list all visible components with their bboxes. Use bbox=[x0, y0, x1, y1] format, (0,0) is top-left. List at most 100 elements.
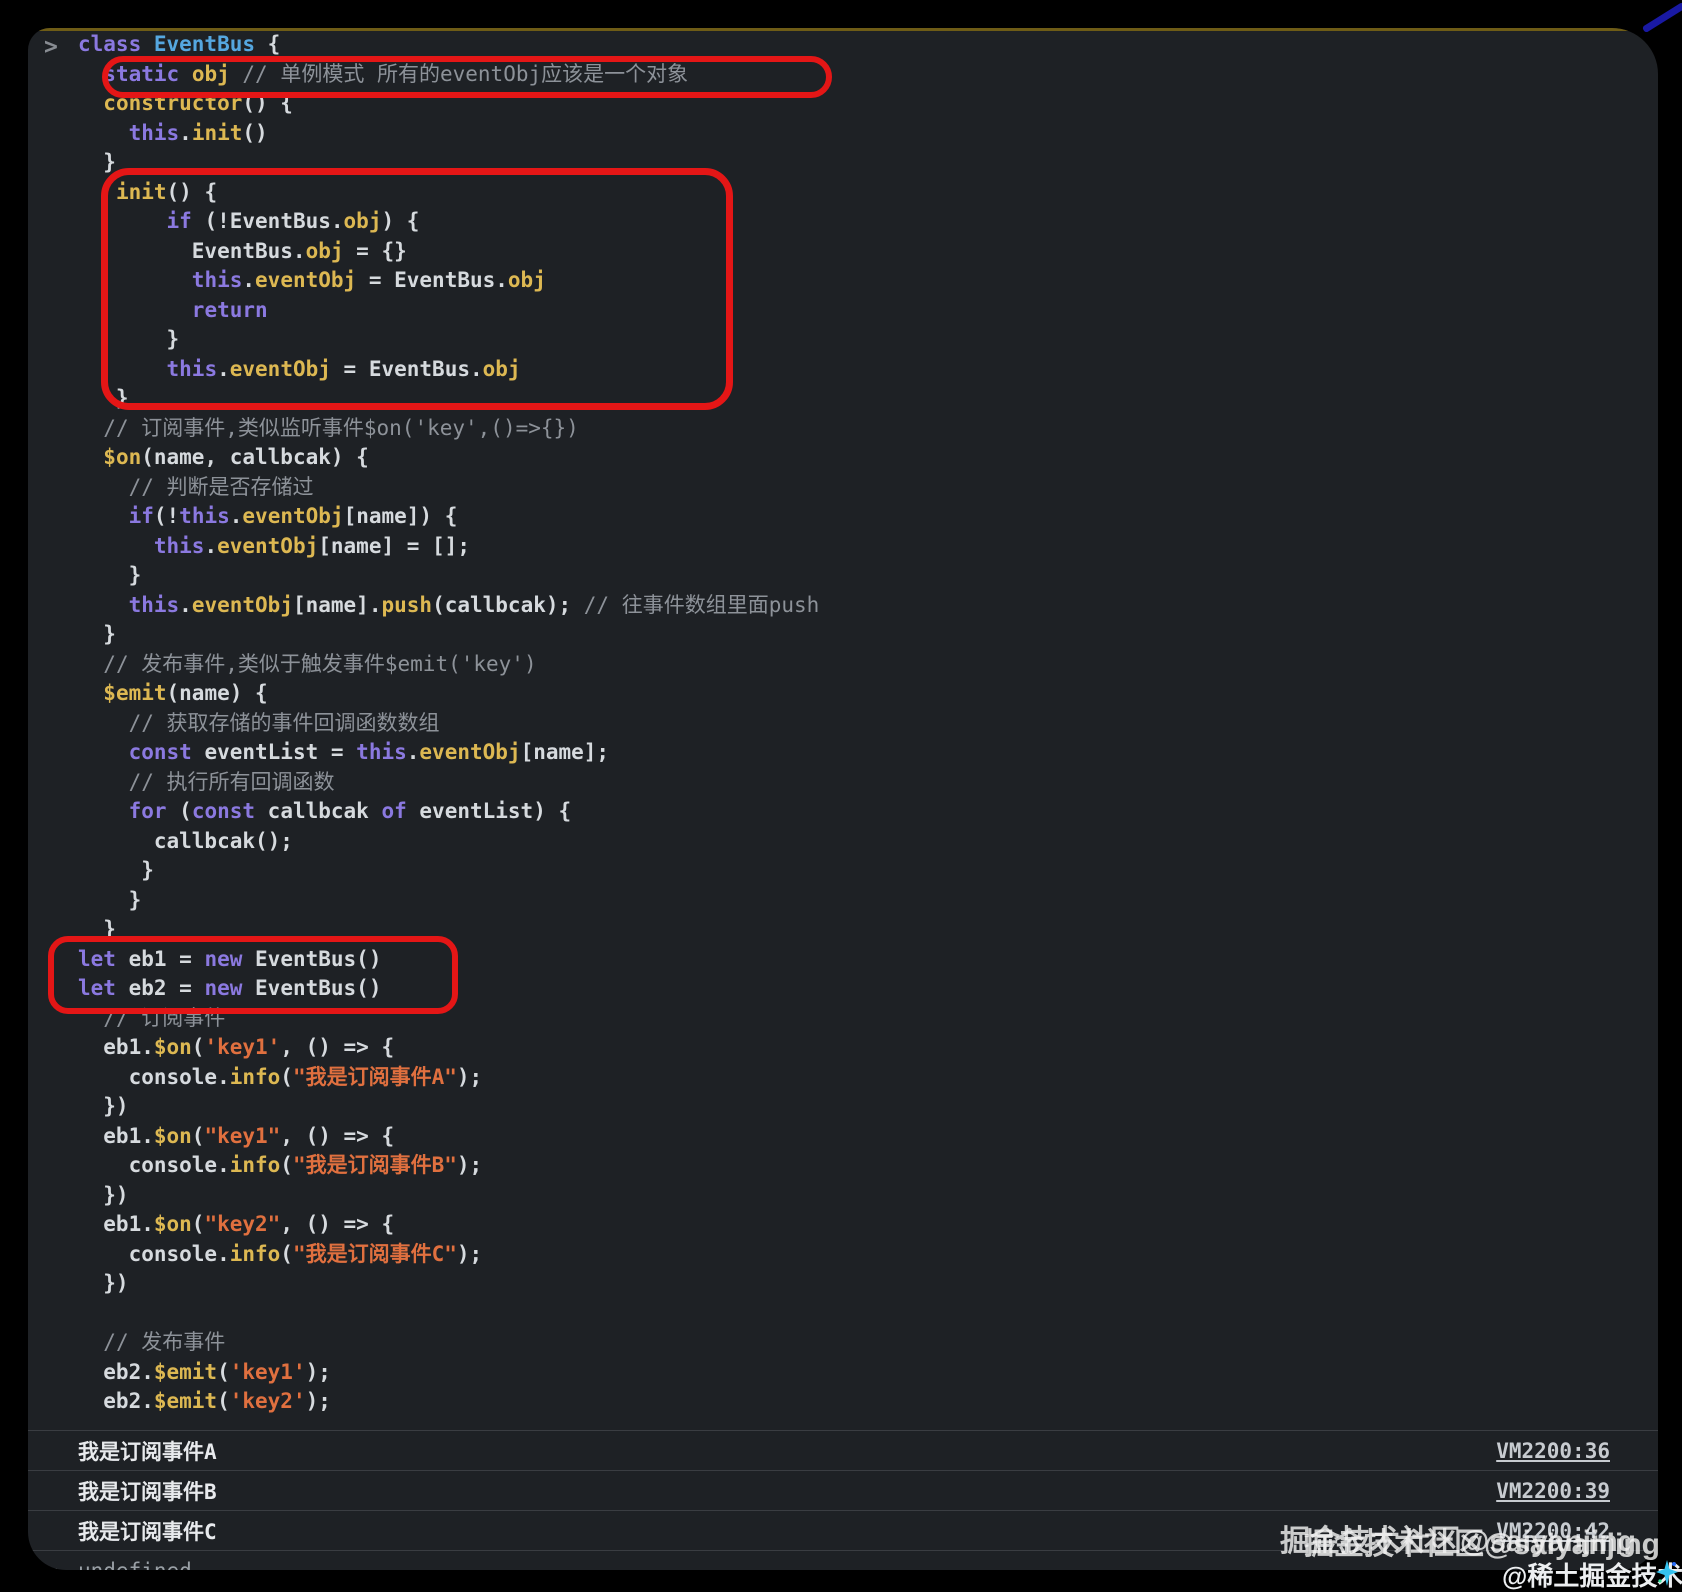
code-token: this bbox=[129, 121, 180, 145]
code-token: }) bbox=[78, 1183, 129, 1207]
code-token bbox=[78, 711, 129, 735]
code-line: eb2.$emit('key1'); bbox=[78, 1358, 819, 1388]
code-token: callbcak(); bbox=[78, 829, 293, 853]
code-token bbox=[78, 534, 154, 558]
code-token: , () => { bbox=[280, 1035, 394, 1059]
source-location-link[interactable]: VM2200:36 bbox=[1496, 1439, 1610, 1463]
code-line: } bbox=[78, 325, 819, 355]
code-token: { bbox=[255, 32, 280, 56]
code-line: let eb2 = new EventBus() bbox=[78, 974, 819, 1004]
code-token: 'key1' bbox=[204, 1035, 280, 1059]
return-value-arrow-icon: ◂ bbox=[48, 1561, 78, 1571]
sparkle-icon bbox=[1656, 1560, 1678, 1590]
code-line: this.eventObj = EventBus.obj bbox=[78, 355, 819, 385]
code-token: (name) { bbox=[167, 681, 268, 705]
code-token bbox=[78, 504, 129, 528]
code-line: }) bbox=[78, 1092, 819, 1122]
code-token: return bbox=[192, 298, 268, 322]
code-line: // 获取存储的事件回调函数数组 bbox=[78, 709, 819, 739]
code-token: EventBus bbox=[154, 32, 255, 56]
code-token: if bbox=[129, 504, 154, 528]
code-line: eb1.$on("key1", () => { bbox=[78, 1122, 819, 1152]
code-line bbox=[78, 1299, 819, 1329]
code-line: constructor() { bbox=[78, 89, 819, 119]
code-comment: // 单例模式 所有的eventObj应该是一个对象 bbox=[242, 62, 688, 86]
code-token: }) bbox=[78, 1094, 129, 1118]
code-token: } bbox=[78, 563, 141, 587]
code-token: constructor bbox=[103, 91, 242, 115]
code-token: $on bbox=[154, 1035, 192, 1059]
code-token: const bbox=[129, 740, 192, 764]
code-token: eventObj bbox=[192, 593, 293, 617]
code-line: console.info("我是订阅事件B"); bbox=[78, 1151, 819, 1181]
code-token: if bbox=[167, 209, 192, 233]
code-token: 'key2' bbox=[230, 1389, 306, 1413]
code-token: } bbox=[78, 386, 129, 410]
code-token: EventBus() bbox=[242, 947, 381, 971]
code-line: this.eventObj[name].push(callbcak); // 往… bbox=[78, 591, 819, 621]
code-token: [name]; bbox=[521, 740, 610, 764]
code-token: $emit bbox=[154, 1389, 217, 1413]
console-code: class EventBus { static obj // 单例模式 所有的e… bbox=[78, 30, 819, 1417]
source-location-link[interactable]: VM2200:39 bbox=[1496, 1479, 1610, 1503]
code-token: this bbox=[356, 740, 407, 764]
devtools-console-panel: > class EventBus { static obj // 单例模式 所有… bbox=[28, 28, 1658, 1570]
code-token: } bbox=[78, 327, 179, 351]
code-token: (callbcak); bbox=[432, 593, 584, 617]
code-token: eb1 = bbox=[116, 947, 205, 971]
code-line: } bbox=[78, 561, 819, 591]
code-comment: // 发布事件 bbox=[103, 1330, 225, 1354]
code-token: EventBus() bbox=[242, 976, 381, 1000]
code-token: . bbox=[204, 534, 217, 558]
code-token: "我是订阅事件A" bbox=[293, 1065, 457, 1089]
code-token: . bbox=[407, 740, 420, 764]
code-token: , () => { bbox=[280, 1212, 394, 1236]
code-line: this.init() bbox=[78, 119, 819, 149]
code-token: this bbox=[154, 534, 205, 558]
code-token: const bbox=[192, 799, 255, 823]
console-prompt-chevron-icon: > bbox=[44, 34, 58, 60]
code-token bbox=[78, 799, 129, 823]
code-comment: // 订阅事件 bbox=[103, 1006, 225, 1030]
code-line: } bbox=[78, 620, 819, 650]
code-line: if(!this.eventObj[name]) { bbox=[78, 502, 819, 532]
code-line: EventBus.obj = {} bbox=[78, 237, 819, 267]
code-line: // 发布事件 bbox=[78, 1328, 819, 1358]
code-token: } bbox=[78, 622, 116, 646]
code-token: ); bbox=[457, 1242, 482, 1266]
console-message-text: 我是订阅事件A bbox=[78, 1436, 217, 1466]
code-token: } bbox=[78, 858, 154, 882]
code-comment: // 订阅事件,类似监听事件$on('key',()=>{}) bbox=[103, 416, 579, 440]
code-line: // 订阅事件,类似监听事件$on('key',()=>{}) bbox=[78, 414, 819, 444]
code-line: } bbox=[78, 148, 819, 178]
code-token: eb1. bbox=[78, 1124, 154, 1148]
code-token: ( bbox=[280, 1242, 293, 1266]
code-token: eb2. bbox=[78, 1360, 154, 1384]
code-token: new bbox=[204, 976, 242, 1000]
code-token: this bbox=[192, 268, 243, 292]
code-token: "key1" bbox=[204, 1124, 280, 1148]
code-token: 'key1' bbox=[230, 1360, 306, 1384]
code-token: callbcak bbox=[255, 799, 381, 823]
code-token: $on bbox=[103, 445, 141, 469]
code-token: ( bbox=[167, 799, 192, 823]
code-token: console. bbox=[78, 1065, 230, 1089]
code-token bbox=[78, 62, 103, 86]
code-token: () bbox=[242, 121, 267, 145]
code-token: () { bbox=[242, 91, 293, 115]
code-token bbox=[78, 681, 103, 705]
code-token: "key2" bbox=[204, 1212, 280, 1236]
code-line: eb1.$on("key2", () => { bbox=[78, 1210, 819, 1240]
code-token: for bbox=[129, 799, 167, 823]
code-line: // 判断是否存储过 bbox=[78, 473, 819, 503]
code-token: ( bbox=[280, 1153, 293, 1177]
code-token: ); bbox=[457, 1153, 482, 1177]
code-line: }) bbox=[78, 1269, 819, 1299]
code-line: $emit(name) { bbox=[78, 679, 819, 709]
code-line: this.eventObj = EventBus.obj bbox=[78, 266, 819, 296]
code-line: let eb1 = new EventBus() bbox=[78, 945, 819, 975]
code-line: static obj // 单例模式 所有的eventObj应该是一个对象 bbox=[78, 60, 819, 90]
code-token bbox=[78, 1006, 103, 1030]
code-token: . bbox=[230, 504, 243, 528]
code-token bbox=[78, 445, 103, 469]
